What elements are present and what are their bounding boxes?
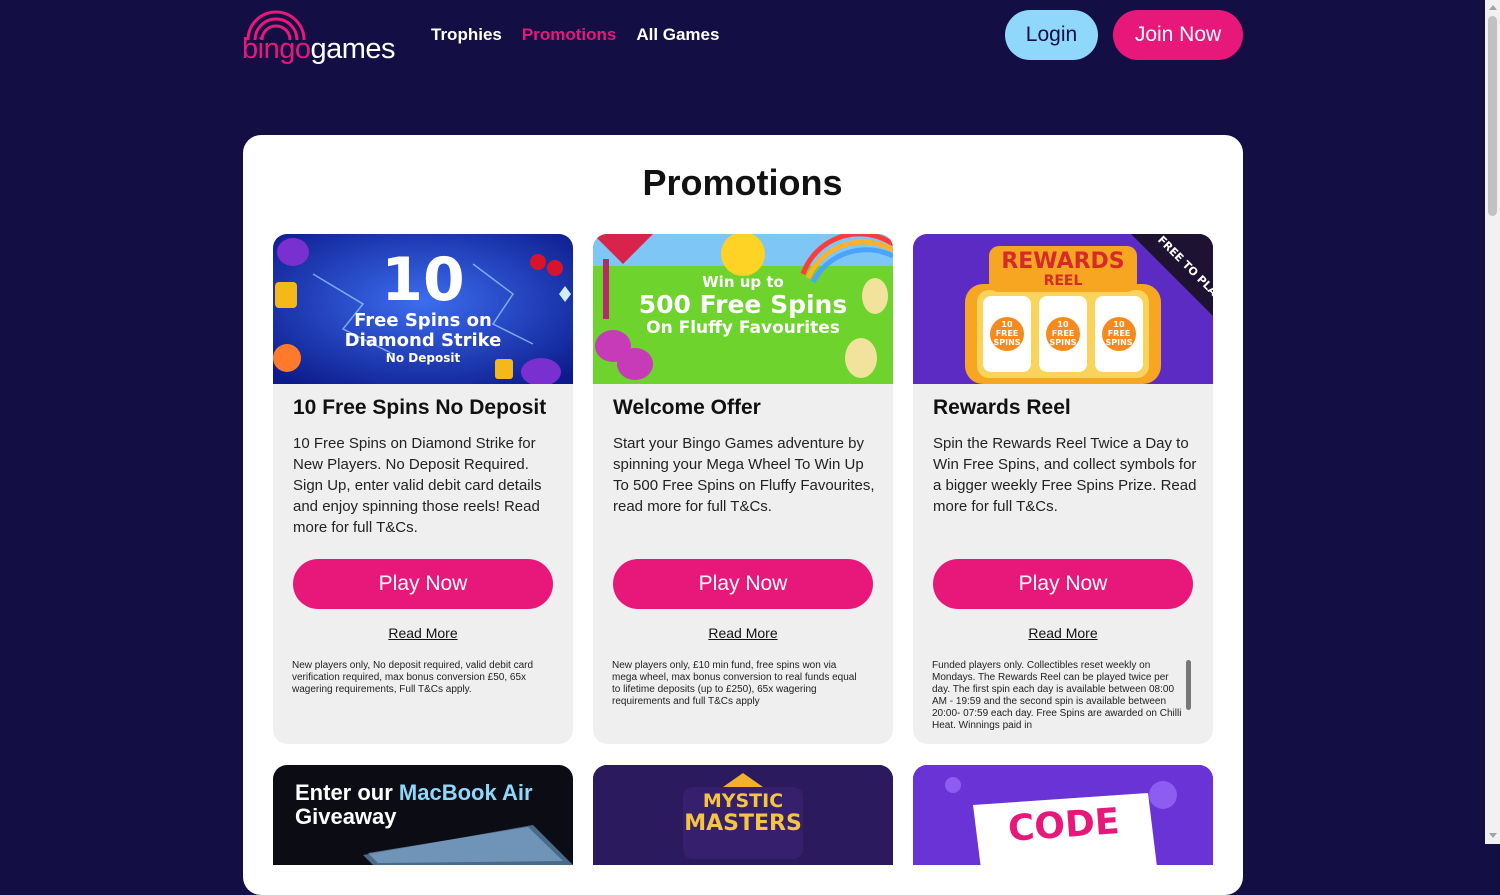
- nav-all-games[interactable]: All Games: [636, 24, 719, 46]
- mystic-masters-line1: MYSTIC: [702, 790, 784, 812]
- promo-terms: Funded players only. Collectibles reset …: [932, 660, 1182, 731]
- promo-image-line2: Diamond Strike: [344, 330, 502, 351]
- promo-description: Start your Bingo Games adventure by spin…: [613, 435, 875, 515]
- macbook-line2: Giveaway: [295, 804, 397, 829]
- promo-image-line3: No Deposit: [385, 351, 461, 365]
- promo-title: 10 Free Spins No Deposit: [293, 396, 547, 419]
- promo-description: Spin the Rewards Reel Twice a Day to Win…: [933, 435, 1197, 515]
- play-now-button[interactable]: Play Now: [933, 559, 1193, 609]
- nav-trophies[interactable]: Trophies: [431, 24, 502, 46]
- terms-scrollbar[interactable]: [1186, 660, 1191, 710]
- code-text: CODE: [1006, 801, 1121, 850]
- promo-image-line1: Free Spins on: [354, 310, 492, 331]
- promo-title: Rewards Reel: [933, 396, 1071, 419]
- promo-card-free-spins: 10 Free Spins on Diamond Strike No Depos…: [273, 234, 573, 744]
- reel-symbol-1: 10 FREE SPINS: [993, 320, 1021, 347]
- promo-card-macbook-giveaway[interactable]: Enter our MacBook Air Giveaway: [273, 765, 573, 865]
- read-more-link[interactable]: Read More: [273, 625, 573, 641]
- login-button[interactable]: Login: [1005, 10, 1098, 60]
- play-now-button[interactable]: Play Now: [613, 559, 873, 609]
- logo-part-games: games: [310, 33, 396, 65]
- scroll-up-arrow-icon[interactable]: [1489, 5, 1497, 10]
- reel-symbol-2: 10 FREE SPINS: [1049, 320, 1077, 347]
- reel-symbol-3: 10 FREE SPINS: [1105, 320, 1133, 347]
- promo-image-line3: On Fluffy Favourites: [646, 318, 840, 338]
- nav-promotions[interactable]: Promotions: [522, 24, 616, 46]
- mystic-masters-line2: MASTERS: [684, 811, 802, 836]
- promo-image-rewards-reel[interactable]: REWARDS REEL FREE TO PLAY 10 FREE SPINS 10…: [913, 234, 1213, 384]
- promo-image-diamond-strike[interactable]: 10 Free Spins on Diamond Strike No Depos…: [273, 234, 573, 384]
- read-more-link[interactable]: Read More: [913, 625, 1213, 641]
- logo-part-bingo: bingo: [242, 33, 311, 65]
- promo-image-fluffy-favourites[interactable]: Win up to 500 Free Spins On Fluffy Favou…: [593, 234, 893, 384]
- promo-card-code[interactable]: CODE: [913, 765, 1213, 865]
- promo-image-line1: Win up to: [702, 273, 784, 291]
- read-more-link[interactable]: Read More: [593, 625, 893, 641]
- page-title: Promotions: [642, 162, 843, 203]
- promo-card-rewards-reel: REWARDS REEL FREE TO PLAY 10 FREE SPINS 10…: [913, 234, 1213, 744]
- scroll-thumb[interactable]: [1488, 16, 1497, 216]
- promo-description: 10 Free Spins on Diamond Strike for New …: [293, 435, 542, 536]
- promo-title: Welcome Offer: [613, 396, 761, 419]
- promo-card-mystic-masters[interactable]: MYSTIC MASTERS: [593, 765, 893, 865]
- site-header: bingogames Trophies Promotions All Games…: [0, 0, 1485, 72]
- promo-card-welcome-offer: Win up to 500 Free Spins On Fluffy Favou…: [593, 234, 893, 744]
- promo-terms: New players only, £10 min fund, free spi…: [612, 660, 857, 707]
- promo-image-big-number: 10: [381, 245, 465, 315]
- macbook-line1: Enter our MacBook Air: [295, 780, 533, 805]
- logo-wordmark: bingogames: [242, 32, 396, 66]
- join-now-button[interactable]: Join Now: [1113, 10, 1243, 60]
- bingo-games-logo[interactable]: bingogames: [242, 10, 414, 65]
- scroll-down-arrow-icon[interactable]: [1489, 833, 1497, 838]
- rewards-reel-title-line2: REEL: [1043, 273, 1083, 289]
- main-nav: Trophies Promotions All Games: [431, 24, 719, 46]
- promo-image-line2: 500 Free Spins: [638, 290, 848, 319]
- promo-terms: New players only, No deposit required, v…: [292, 660, 534, 695]
- play-now-button[interactable]: Play Now: [293, 559, 553, 609]
- page-scrollbar[interactable]: [1485, 0, 1500, 844]
